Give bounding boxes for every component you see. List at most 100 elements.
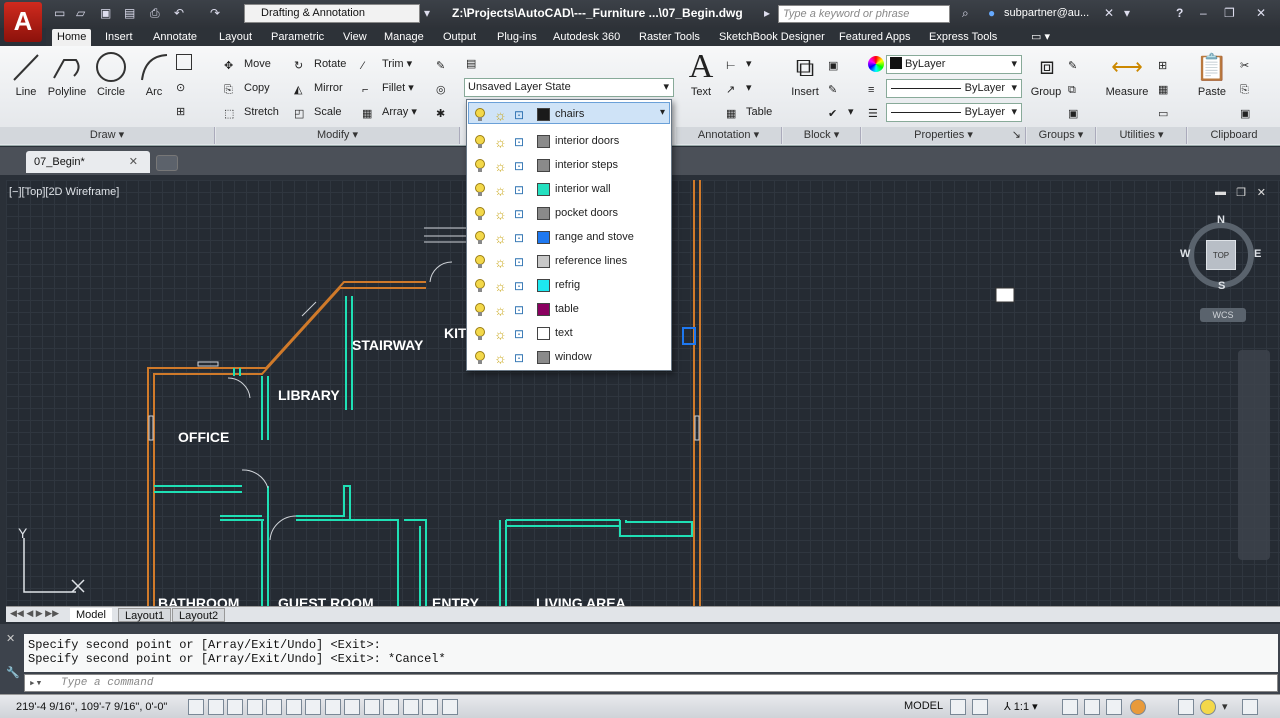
unlock-icon[interactable]: ⊡ xyxy=(514,303,530,317)
model-space-toggle[interactable]: MODEL xyxy=(904,700,943,712)
tab-plug-ins[interactable]: Plug-ins xyxy=(492,29,542,46)
unlock-icon[interactable]: ⊡ xyxy=(514,183,530,197)
match-properties-button[interactable] xyxy=(866,54,888,74)
redo-icon[interactable]: ↷ xyxy=(210,6,220,20)
insert-button[interactable]: ⧉ Insert xyxy=(788,50,822,98)
tab-layout[interactable]: Layout xyxy=(214,29,257,46)
isolate-objects-icon[interactable] xyxy=(1178,699,1194,715)
quick-select-button[interactable]: ⊞ xyxy=(1156,54,1178,74)
auto-scale-icon[interactable] xyxy=(1084,699,1100,715)
unlock-icon[interactable]: ⊡ xyxy=(514,159,530,173)
undo-icon[interactable]: ↶ xyxy=(174,6,184,20)
workspace-switching-icon[interactable] xyxy=(1106,699,1122,715)
paste-button[interactable]: 📋 Paste xyxy=(1192,50,1232,98)
bulb-icon[interactable] xyxy=(475,159,485,173)
compass-north[interactable]: N xyxy=(1217,214,1225,226)
quick-view-drawings-icon[interactable] xyxy=(972,699,988,715)
tab-featured-apps[interactable]: Featured Apps xyxy=(834,29,916,46)
unlock-icon[interactable]: ⊡ xyxy=(514,279,530,293)
bulb-icon[interactable] xyxy=(475,183,485,197)
color-dropdown[interactable]: ByLayer ▾ xyxy=(886,55,1022,74)
move-button[interactable]: ✥ Move xyxy=(222,54,271,74)
lineweight-icon-button[interactable]: ≡ xyxy=(866,78,888,98)
sun-icon[interactable]: ☼ xyxy=(494,182,510,198)
tab-view[interactable]: View xyxy=(338,29,372,46)
viewcube[interactable]: TOP N S E W xyxy=(1180,214,1261,296)
unlock-icon[interactable]: ⊡ xyxy=(514,135,530,149)
bulb-icon[interactable] xyxy=(475,303,485,317)
annotation-panel-title[interactable]: Annotation ▾ xyxy=(676,127,782,144)
edit-block-button[interactable]: ✎ xyxy=(826,78,848,98)
exchange-icon[interactable]: ✕ xyxy=(1104,6,1114,20)
tab-insert[interactable]: Insert xyxy=(100,29,138,46)
scale-button[interactable]: ◰ Scale xyxy=(292,102,342,122)
tab-manage[interactable]: Manage xyxy=(379,29,429,46)
compass-east[interactable]: E xyxy=(1254,248,1261,260)
ribbon-toggle-icon[interactable]: ▭ ▾ xyxy=(1026,29,1055,46)
save-as-icon[interactable]: ▤ xyxy=(124,6,135,20)
dynamic-ucs-icon[interactable] xyxy=(344,699,360,715)
unlock-icon[interactable]: ⊡ xyxy=(514,351,530,365)
search-expand-icon[interactable]: ▸ xyxy=(764,6,770,20)
tab-nav-arrows-icon[interactable]: ◀◀ ◀ ▶ ▶▶ xyxy=(10,608,59,619)
help-dropdown-icon[interactable]: ▾ xyxy=(1124,6,1130,20)
viewcube-top-face[interactable]: TOP xyxy=(1206,240,1236,270)
ortho-mode-icon[interactable] xyxy=(246,699,263,715)
layer-row[interactable]: ☼ ⊡ table xyxy=(469,298,669,322)
layer-current[interactable]: ☼ ⊡ chairs ▾ xyxy=(468,102,670,124)
copy-clip-button[interactable]: ⎘ xyxy=(1238,78,1260,98)
compass-south[interactable]: S xyxy=(1218,280,1225,292)
restore-app-icon[interactable]: ❐ xyxy=(1224,6,1235,20)
layer-properties-button[interactable]: ▤ ▤ ▤ ▤ ▤ ▤ ▤ ▤ xyxy=(466,54,482,210)
measure-button[interactable]: ⟷ Measure xyxy=(1100,50,1154,98)
document-tab[interactable]: 07_Begin* ✕ xyxy=(26,151,150,173)
layer-row[interactable]: ☼ ⊡ interior doors xyxy=(469,130,669,154)
bulb-icon[interactable] xyxy=(475,108,485,122)
status-menu-icon[interactable]: ▾ xyxy=(1222,700,1228,713)
new-tab-button[interactable] xyxy=(156,155,178,171)
group-button[interactable]: ⧈ Group xyxy=(1030,50,1062,98)
bulb-icon[interactable] xyxy=(475,231,485,245)
compass-west[interactable]: W xyxy=(1180,248,1190,260)
layer-row[interactable]: ☼ ⊡ refrig xyxy=(469,274,669,298)
layer-row[interactable]: ☼ ⊡ interior wall xyxy=(469,178,669,202)
linetype-dropdown[interactable]: ByLayer ▾ xyxy=(886,79,1022,98)
bulb-icon[interactable] xyxy=(475,255,485,269)
search-input[interactable]: Type a keyword or phrase xyxy=(778,5,950,23)
sun-icon[interactable]: ☼ xyxy=(494,206,510,222)
rectangle-button[interactable] xyxy=(174,52,196,72)
dimension-button[interactable]: ⊢ ▾ xyxy=(724,54,752,74)
stretch-button[interactable]: ⬚ Stretch xyxy=(222,102,279,122)
layer-state-dropdown[interactable]: Unsaved Layer State ▾ xyxy=(464,78,674,97)
workspace-dropdown[interactable]: Drafting & Annotation xyxy=(244,4,420,23)
close-command-icon[interactable]: ✕ xyxy=(6,632,15,645)
tab-output[interactable]: Output xyxy=(438,29,481,46)
save-icon[interactable]: ▣ xyxy=(100,6,111,20)
utilities-panel-title[interactable]: Utilities ▾ xyxy=(1097,127,1187,144)
application-menu-button[interactable]: A xyxy=(4,2,42,42)
group-edit-button[interactable]: ⧉ xyxy=(1066,78,1088,98)
unlock-icon[interactable]: ⊡ xyxy=(514,327,530,341)
help-icon[interactable]: ? xyxy=(1176,6,1183,20)
layer-row[interactable]: ☼ ⊡ reference lines xyxy=(469,250,669,274)
arc-button[interactable]: Arc xyxy=(136,50,172,98)
layer-row[interactable]: ☼ ⊡ interior steps xyxy=(469,154,669,178)
tab-autodesk-360[interactable]: Autodesk 360 xyxy=(548,29,625,46)
mirror-button[interactable]: ◭ Mirror xyxy=(292,78,343,98)
tab-model[interactable]: Model xyxy=(70,608,112,622)
minimize-app-icon[interactable]: – xyxy=(1200,6,1207,20)
table-button[interactable]: ▦ Table xyxy=(724,102,772,122)
snap-mode-icon[interactable] xyxy=(207,699,224,715)
annotation-scale[interactable]: ⅄ 1:1 ▾ xyxy=(1004,700,1038,713)
create-block-button[interactable]: ▣ xyxy=(826,54,848,74)
binoculars-icon[interactable]: ⌕ xyxy=(962,6,969,21)
text-button[interactable]: A Text xyxy=(684,50,718,99)
object-snap-tracking-icon[interactable] xyxy=(324,699,341,715)
transparency-icon[interactable] xyxy=(402,699,419,715)
offset-button[interactable]: ◎ xyxy=(434,78,456,98)
coordinate-display[interactable]: 219'-4 9/16", 109'-7 9/16", 0'-0" xyxy=(16,701,167,713)
polyline-button[interactable]: Polyline xyxy=(46,50,88,98)
hatch-button[interactable]: ⊙ xyxy=(174,76,196,96)
3d-object-snap-icon[interactable] xyxy=(305,699,321,715)
fillet-button[interactable]: ⌐ Fillet ▾ xyxy=(360,78,414,98)
